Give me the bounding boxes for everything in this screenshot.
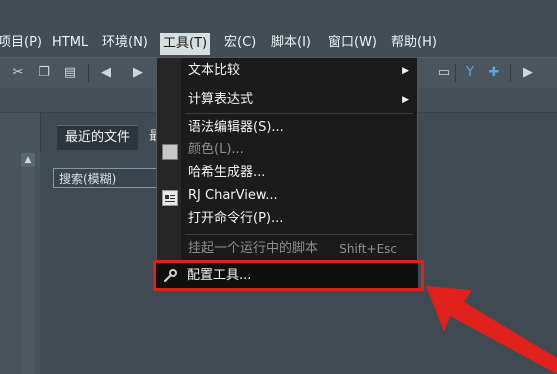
menu-environment[interactable]: 环境(N) (102, 33, 148, 53)
menu-macro[interactable]: 宏(C) (224, 33, 256, 53)
menu-item-color: 颜色(L)... (188, 142, 244, 157)
search-input[interactable]: 搜索(模糊) (53, 168, 157, 188)
menu-item-hash-generator[interactable]: 哈希生成器... (188, 162, 265, 184)
menu-project[interactable]: 项目(P) (0, 33, 42, 53)
shortcut-label: Shift+Esc (339, 242, 397, 256)
menu-item-open-command-line[interactable]: 打开命令行(P)... (188, 208, 283, 230)
menu-tools[interactable]: 工具(T) (160, 33, 211, 55)
charview-icon (162, 190, 178, 206)
toolbar-separator (88, 64, 89, 82)
tools-dropdown-menu: 文本比较 ▶ 计算表达式 ▶ 语法编辑器(S)... 颜色(L)... 哈希生成… (156, 57, 418, 291)
tab-recent-files[interactable]: 最近的文件 (57, 125, 139, 150)
menu-item-rj-charview[interactable]: RJ CharView... (188, 185, 278, 207)
menu-script[interactable]: 脚本(I) (271, 33, 311, 53)
toolbar-separator (510, 64, 511, 82)
cut-icon[interactable]: ✂ (10, 65, 26, 81)
run-icon[interactable]: ▶ (520, 65, 536, 81)
back-icon[interactable]: ◀ (98, 65, 114, 81)
menu-item-suspend-script: 挂起一个运行中的脚本 (188, 241, 319, 256)
submenu-arrow-icon: ▶ (402, 95, 409, 105)
menu-item-syntax-editor[interactable]: 语法编辑器(S)... (188, 117, 284, 139)
menu-window[interactable]: 窗口(W) (328, 33, 377, 53)
wrench-tool-icon[interactable]: Y (462, 65, 478, 81)
menu-html[interactable]: HTML (52, 33, 88, 53)
menu-separator (185, 113, 413, 114)
scroll-up-icon[interactable]: ▲ (21, 153, 35, 167)
menu-separator (185, 234, 413, 235)
forward-icon[interactable]: ▶ (130, 65, 146, 81)
color-swatch-icon (162, 144, 178, 160)
scrollbar-track[interactable] (21, 168, 35, 374)
menu-help[interactable]: 帮助(H) (391, 33, 437, 53)
toolbar-separator (455, 64, 456, 82)
paste-icon[interactable]: ▤ (62, 65, 78, 81)
menu-icon-gutter (157, 58, 181, 290)
annotation-arrow-icon (426, 286, 557, 374)
copy-icon[interactable]: ❐ (36, 65, 52, 81)
menu-item-text-compare[interactable]: 文本比较 (188, 60, 240, 82)
submenu-arrow-icon: ▶ (402, 66, 409, 76)
plugin-icon[interactable]: ✚ (486, 65, 502, 81)
document-icon[interactable]: ▭ (436, 65, 452, 81)
annotation-highlight-box (153, 260, 424, 291)
menu-item-calc-expression[interactable]: 计算表达式 (188, 89, 253, 111)
menu-bar: 项目(P) HTML 环境(N) 工具(T) 宏(C) 脚本(I) 窗口(W) … (0, 0, 557, 57)
